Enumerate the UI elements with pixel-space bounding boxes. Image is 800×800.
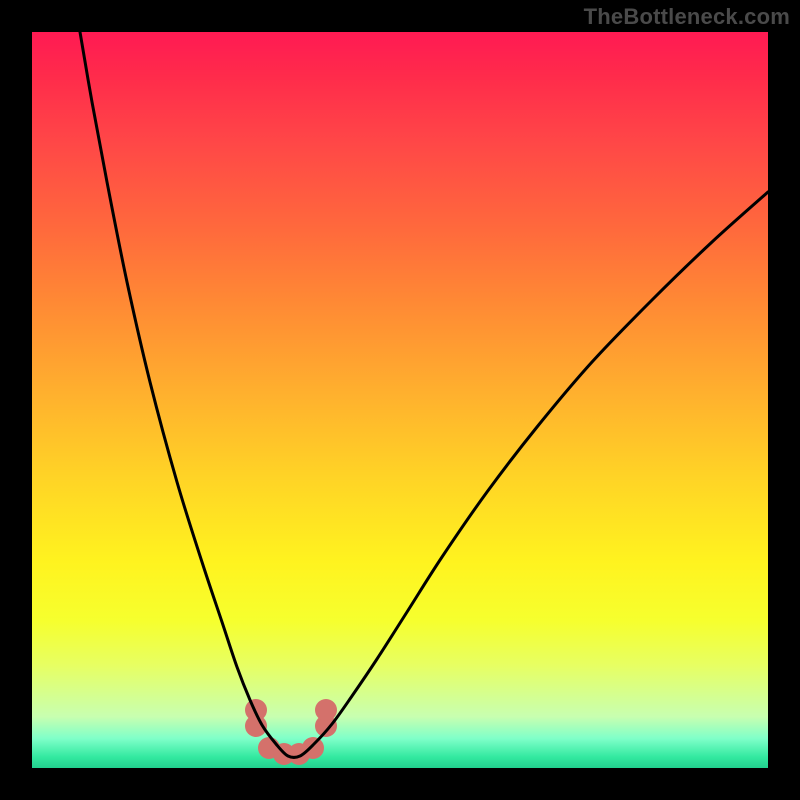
watermark-text: TheBottleneck.com — [584, 4, 790, 30]
marker-cluster — [245, 699, 337, 765]
v-curve — [80, 32, 768, 758]
marker-dot — [302, 737, 324, 759]
chart-frame: TheBottleneck.com — [0, 0, 800, 800]
plot-area — [32, 32, 768, 768]
curve-layer — [32, 32, 768, 768]
marker-dot — [315, 699, 337, 721]
